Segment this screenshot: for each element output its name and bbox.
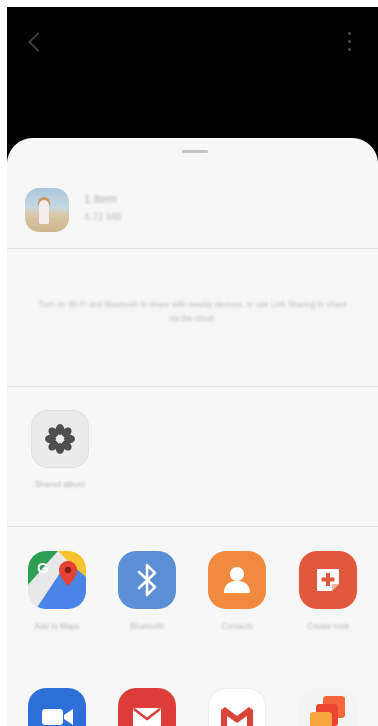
app-label: Contacts	[221, 622, 253, 631]
email-icon	[118, 688, 176, 726]
app-zoom[interactable]	[16, 688, 98, 726]
sharing-hint-text: Turn on Wi-Fi and Bluetooth to share wit…	[38, 300, 347, 323]
divider	[7, 526, 378, 527]
image-thumbnail	[25, 188, 69, 232]
app-office[interactable]	[287, 688, 369, 726]
note-plus-icon	[299, 551, 357, 609]
shared-file-row: 1 item 4.72 MB	[7, 178, 378, 240]
divider	[7, 386, 378, 387]
contact-icon	[208, 551, 266, 609]
flower-icon	[31, 410, 89, 468]
divider	[7, 248, 378, 249]
drag-handle[interactable]	[182, 150, 208, 153]
app-label: Bluetooth	[130, 622, 164, 631]
bluetooth-icon	[118, 551, 176, 609]
app-gmail[interactable]	[196, 688, 278, 726]
zoom-video-icon	[28, 688, 86, 726]
app-bluetooth[interactable]: Bluetooth	[106, 551, 188, 633]
file-size: 4.72 MB	[84, 212, 122, 223]
chevron-left-icon[interactable]	[28, 32, 48, 52]
app-contacts[interactable]: Contacts	[196, 551, 278, 633]
file-name: 1 item	[84, 192, 117, 206]
share-screen: 1 item 4.72 MB Turn on Wi-Fi and Bluetoo…	[7, 7, 378, 726]
svg-text:G: G	[37, 560, 49, 577]
google-maps-icon: G	[28, 551, 86, 609]
office-icon	[299, 688, 357, 726]
app-email[interactable]	[106, 688, 188, 726]
app-add-to-maps[interactable]: G Add to Maps	[16, 551, 98, 633]
shared-album-button[interactable]: Shared album	[29, 410, 91, 491]
app-label: Add to Maps	[34, 622, 80, 631]
shared-album-label: Shared album	[35, 480, 85, 489]
more-vertical-icon[interactable]	[346, 32, 352, 54]
app-label: Create note	[307, 622, 349, 631]
share-sheet: 1 item 4.72 MB Turn on Wi-Fi and Bluetoo…	[7, 138, 378, 726]
app-create-note[interactable]: Create note	[287, 551, 369, 633]
top-bar	[7, 7, 378, 77]
gmail-icon	[208, 688, 266, 726]
